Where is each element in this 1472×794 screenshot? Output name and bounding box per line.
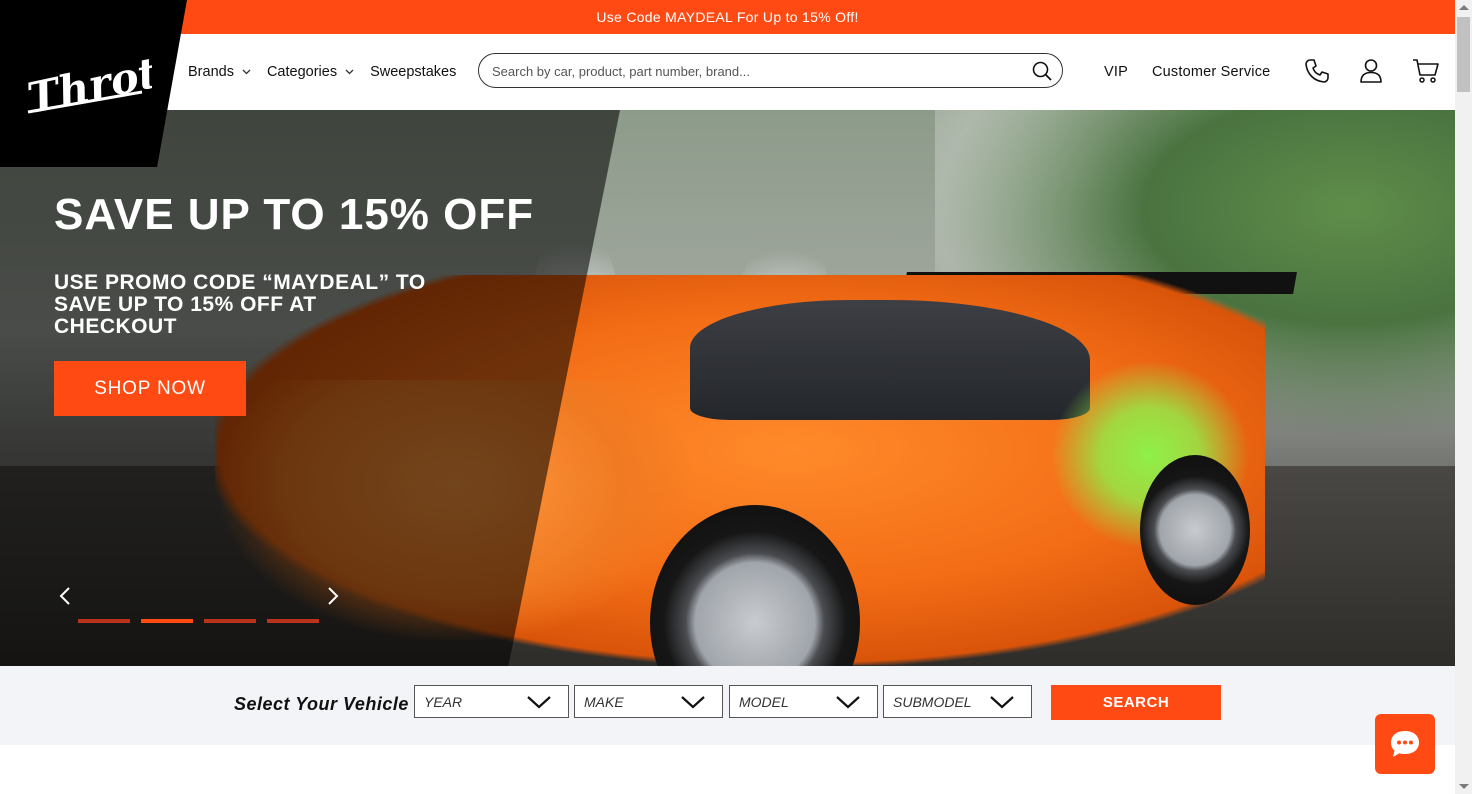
vehicle-selector-label: Select Your Vehicle	[234, 694, 409, 714]
carousel-dot-3[interactable]	[204, 619, 256, 623]
chevron-down-icon	[681, 696, 705, 709]
car-wheel	[1140, 455, 1250, 605]
model-select-value: MODEL	[739, 694, 789, 710]
car-windshield	[690, 300, 1090, 420]
submodel-select-value: SUBMODEL	[893, 694, 972, 710]
main-nav: Brands Categories Sweepstakes	[188, 34, 472, 110]
chevron-down-icon	[836, 696, 860, 709]
vip-link[interactable]: VIP	[1104, 64, 1128, 80]
nav-brands-label: Brands	[188, 64, 234, 80]
vehicle-selector: Select Your Vehicle YEAR MAKE MODEL SUBM…	[0, 666, 1455, 745]
throtl-logo: Throtl	[23, 44, 152, 122]
nav-sweepstakes[interactable]: Sweepstakes	[370, 64, 456, 80]
hero-subtitle: USE PROMO CODE “MAYDEAL” TO SAVE UP TO 1…	[54, 271, 426, 338]
page-scrollbar[interactable]	[1455, 0, 1472, 794]
hero-title: SAVE UP TO 15% OFF	[54, 190, 535, 239]
carousel-dots	[78, 619, 330, 623]
customer-service-link[interactable]: Customer Service	[1152, 64, 1270, 80]
year-select[interactable]: YEAR	[414, 685, 569, 718]
site-header: Brands Categories Sweepstakes VIP Custom…	[0, 34, 1455, 110]
model-select[interactable]: MODEL	[729, 685, 878, 718]
chevron-right-icon[interactable]	[320, 582, 344, 610]
promo-bar[interactable]: Use Code MAYDEAL For Up to 15% Off!	[0, 0, 1455, 34]
make-select-value: MAKE	[584, 694, 624, 710]
nav-categories-label: Categories	[266, 64, 338, 80]
site-logo[interactable]: Throtl	[0, 0, 187, 167]
submodel-select[interactable]: SUBMODEL	[883, 685, 1032, 718]
cart-icon[interactable]	[1412, 58, 1440, 84]
vehicle-search-button[interactable]: SEARCH	[1051, 685, 1221, 720]
search-box[interactable]	[478, 53, 1063, 89]
search-input[interactable]	[490, 54, 1014, 89]
header-links: VIP Customer Service	[1104, 34, 1294, 110]
make-select[interactable]: MAKE	[574, 685, 723, 718]
nav-categories[interactable]: Categories	[267, 64, 354, 80]
carousel-dot-1[interactable]	[78, 619, 130, 623]
nav-brands[interactable]: Brands	[188, 64, 251, 80]
chevron-down-icon	[527, 696, 551, 709]
scroll-thumb[interactable]	[1457, 17, 1470, 92]
scroll-down-arrow-icon[interactable]	[1459, 784, 1469, 789]
promo-text[interactable]: Use Code MAYDEAL For Up to 15% Off!	[596, 9, 858, 25]
chevron-down-icon	[990, 696, 1014, 709]
page: Use Code MAYDEAL For Up to 15% Off! Bran…	[0, 0, 1455, 794]
carousel-dot-4[interactable]	[267, 619, 319, 623]
chevron-down-icon	[242, 69, 251, 75]
chevron-left-icon[interactable]	[54, 582, 78, 610]
chat-icon	[1391, 731, 1419, 757]
chat-button[interactable]	[1375, 714, 1435, 774]
phone-icon[interactable]	[1304, 58, 1330, 84]
carousel-dot-2[interactable]	[141, 619, 193, 623]
scroll-up-arrow-icon[interactable]	[1459, 5, 1469, 10]
year-select-value: YEAR	[424, 694, 463, 710]
account-icon[interactable]	[1359, 58, 1383, 84]
shop-now-button[interactable]: SHOP NOW	[54, 361, 246, 416]
chevron-down-icon	[345, 69, 354, 75]
search-icon[interactable]	[1032, 61, 1052, 81]
nav-sweepstakes-label: Sweepstakes	[370, 64, 457, 80]
